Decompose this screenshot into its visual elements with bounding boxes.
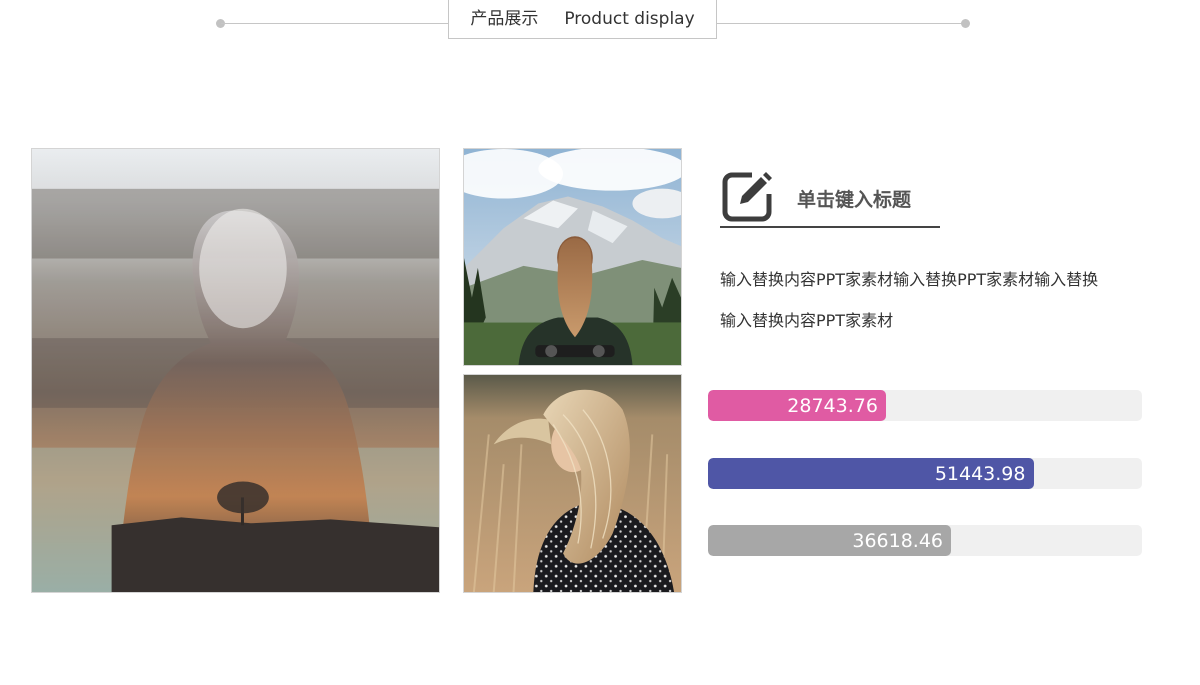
progress-bar-1: 28743.76 [708,390,1142,421]
section-title: 单击键入标题 [797,189,912,211]
progress-value-2: 51443.98 [934,462,1026,485]
progress-value-3: 36618.46 [852,529,944,552]
body-text-line-2: 输入替换内容PPT家素材 [720,311,894,330]
page-title-en: Product display [564,9,695,29]
progress-fill-2: 51443.98 [708,458,1034,489]
title-underline [720,226,940,228]
progress-fill-3: 36618.46 [708,525,952,556]
woman-hair-wind-field-photo [463,374,682,593]
header-right-line [716,23,966,24]
double-exposure-silhouette-photo [31,148,440,593]
woman-facing-mountains-photo [463,148,682,366]
page-title: 产品展示 Product display [448,4,717,29]
header-left-line [221,23,449,24]
progress-fill-1: 28743.76 [708,390,886,421]
edit-icon [722,170,776,224]
page-title-cn: 产品展示 [470,9,539,29]
progress-bar-3: 36618.46 [708,525,1142,556]
header-right-dot [961,19,970,28]
body-text-line-1: 输入替换内容PPT家素材输入替换PPT家素材输入替换 [720,270,1099,289]
progress-value-1: 28743.76 [787,394,878,417]
progress-bar-2: 51443.98 [708,458,1142,489]
